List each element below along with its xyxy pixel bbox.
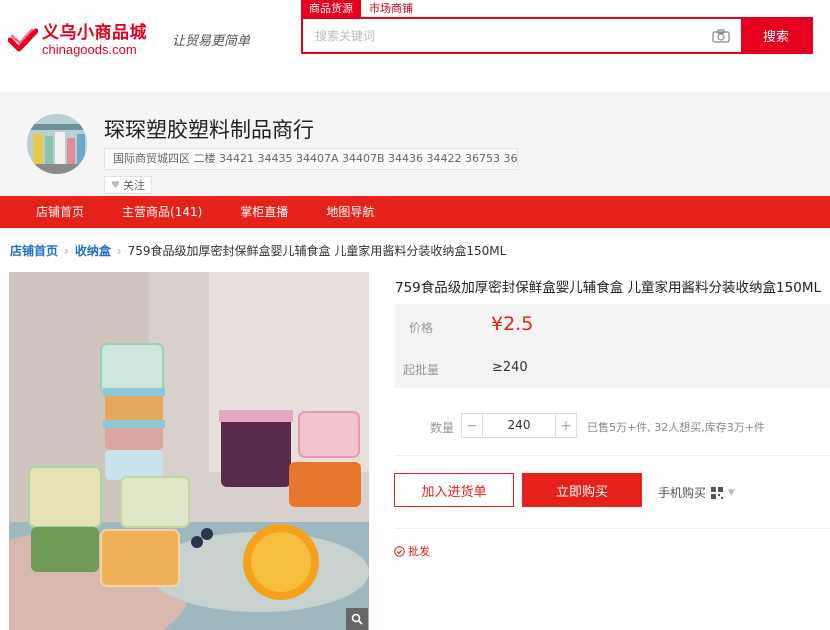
zoom-icon[interactable]	[346, 608, 368, 630]
camera-icon[interactable]	[701, 19, 741, 52]
moq-value: ≥240	[492, 360, 528, 375]
sales-stock-info: 已售5万+件, 32人想买,库存3万+件	[587, 421, 765, 434]
shop-name[interactable]: 琛琛塑胶塑料制品商行	[104, 114, 314, 144]
qr-code-icon	[711, 486, 724, 499]
breadcrumb-current: 759食品级加厚密封保鲜盒婴儿辅食盒 儿童家用酱料分装收纳盒150ML	[127, 244, 507, 258]
quantity-label: 数量	[430, 421, 455, 435]
check-circle-icon	[394, 545, 405, 557]
logo-en-text: chinagoods.com	[42, 41, 137, 57]
divider	[394, 528, 830, 529]
buy-now-button[interactable]: 立即购买	[522, 473, 642, 507]
slogan: 让贸易更简单	[172, 34, 251, 49]
nav-map[interactable]: 地图导航	[326, 196, 374, 228]
breadcrumb-category[interactable]: 收纳盒	[75, 242, 111, 259]
price-label: 价格	[409, 321, 434, 335]
logo-check-icon	[8, 28, 38, 52]
quantity-increase-button[interactable]: +	[556, 414, 576, 437]
follow-label: 关注	[122, 179, 145, 192]
add-to-cart-button[interactable]: 加入进货单	[394, 473, 514, 507]
site-logo[interactable]: 义乌小商品城 chinagoods.com	[8, 22, 158, 58]
chevron-right-icon: ›	[64, 243, 69, 258]
chevron-down-icon: ▼	[728, 487, 735, 498]
price-panel	[394, 304, 830, 388]
mobile-buy[interactable]: 手机购买 ▼	[658, 484, 735, 501]
breadcrumb: 店铺首页 › 收纳盒 › 759食品级加厚密封保鲜盒婴儿辅食盒 儿童家用酱料分装…	[10, 242, 506, 259]
shop-avatar[interactable]	[27, 114, 87, 174]
follow-button[interactable]: ♥ 关注	[104, 176, 152, 194]
tab-shops[interactable]: 市场商铺	[361, 0, 421, 17]
price-value: ¥2.5	[491, 313, 534, 335]
nav-main-products[interactable]: 主营商品(141)	[122, 196, 202, 228]
divider	[394, 455, 830, 456]
search-bar: 搜索	[301, 17, 813, 54]
quantity-decrease-button[interactable]: −	[462, 414, 482, 437]
nav-live[interactable]: 掌柜直播	[240, 196, 288, 228]
mobile-buy-label: 手机购买	[658, 486, 707, 500]
logo-cn-text: 义乌小商品城	[42, 22, 147, 43]
product-image[interactable]	[9, 272, 369, 630]
heart-icon: ♥	[111, 179, 120, 191]
quantity-input[interactable]: 240	[482, 414, 556, 437]
search-button[interactable]: 搜索	[741, 19, 811, 52]
quantity-stepper: − 240 +	[461, 413, 577, 438]
product-title: 759食品级加厚密封保鲜盒婴儿辅食盒 儿童家用酱料分装收纳盒150ML	[395, 280, 821, 296]
search-tabs: 商品货源 市场商铺	[301, 0, 421, 17]
batch-label: 批发	[408, 545, 430, 558]
shop-nav: 店铺首页 主营商品(141) 掌柜直播 地图导航	[0, 196, 830, 228]
moq-label: 起批量	[403, 363, 440, 377]
chevron-right-icon: ›	[116, 243, 122, 258]
tab-goods[interactable]: 商品货源	[301, 0, 361, 17]
nav-shop-home[interactable]: 店铺首页	[36, 196, 84, 228]
batch-tag: 批发	[394, 543, 430, 559]
search-input[interactable]	[303, 19, 701, 52]
breadcrumb-home[interactable]: 店铺首页	[10, 242, 58, 259]
shop-address: 国际商贸城四区 二楼 34421 34435 34407A 34407B 344…	[104, 148, 518, 170]
